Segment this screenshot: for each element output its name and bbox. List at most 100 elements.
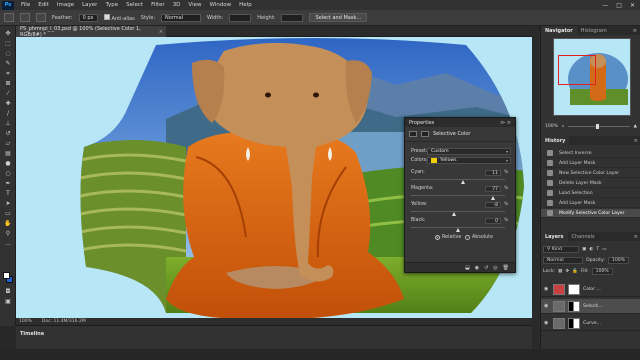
rectangle-tool-icon[interactable]: ▭ bbox=[3, 210, 13, 218]
layer-mask-thumbnail[interactable] bbox=[568, 300, 580, 312]
properties-header[interactable]: Properties ≫ ≡ bbox=[405, 118, 515, 127]
visibility-eye-icon[interactable]: ◉ bbox=[544, 320, 550, 326]
lock-pixels-icon[interactable]: ▦ bbox=[558, 269, 562, 274]
filter-pixel-icon[interactable]: ▣ bbox=[582, 247, 586, 252]
close-tab-icon[interactable]: × bbox=[159, 29, 166, 35]
history-item[interactable]: Add Layer Mask bbox=[541, 199, 640, 208]
visibility-eye-icon[interactable]: ◉ bbox=[544, 303, 550, 309]
lock-all-icon[interactable]: 🔒 bbox=[572, 269, 578, 274]
marquee-tool-icon[interactable]: ⬚ bbox=[3, 40, 13, 48]
type-tool-icon[interactable]: T bbox=[3, 190, 13, 198]
relative-radio[interactable]: Relative bbox=[435, 235, 461, 240]
filter-type-icon[interactable]: T bbox=[596, 247, 599, 252]
eraser-tool-icon[interactable]: ▱ bbox=[3, 140, 13, 148]
layer-row[interactable]: ◉ Curve... bbox=[541, 316, 640, 331]
feather-input[interactable]: 0 px bbox=[78, 13, 98, 22]
slider-value-input[interactable]: 11 bbox=[485, 170, 501, 176]
layer-thumbnail[interactable] bbox=[553, 317, 565, 329]
menu-image[interactable]: Image bbox=[53, 2, 78, 8]
eyedropper-tool-icon[interactable]: ⁄ bbox=[3, 90, 13, 98]
document-info[interactable]: Doc: 11.4M/316.2M bbox=[42, 319, 86, 324]
filter-adjustment-icon[interactable]: ◐ bbox=[589, 247, 593, 252]
history-item[interactable]: Select Inverse bbox=[541, 149, 640, 158]
pen-tool-icon[interactable]: ✒ bbox=[3, 180, 13, 188]
antialias-checkbox[interactable]: Anti-alias bbox=[103, 13, 135, 22]
visibility-eye-icon[interactable]: ◉ bbox=[544, 286, 550, 292]
marquee-tool-preset-icon[interactable] bbox=[20, 13, 30, 22]
menu-filter[interactable]: Filter bbox=[147, 2, 169, 8]
tab-navigator[interactable]: Navigator bbox=[541, 26, 577, 35]
panel-menu-icon[interactable]: ≡ bbox=[634, 234, 640, 240]
frame-tool-icon[interactable]: ⊠ bbox=[3, 80, 13, 88]
hand-tool-icon[interactable]: ✋ bbox=[3, 220, 13, 228]
navigator-preview[interactable] bbox=[553, 38, 631, 116]
slider-track[interactable] bbox=[411, 179, 505, 180]
absolute-radio[interactable]: Absolute bbox=[465, 235, 493, 240]
document-tab[interactable]: PS_phmnpl_l_03.psd @ 100% (Selective Col… bbox=[16, 26, 166, 38]
foreground-color-swatch[interactable] bbox=[3, 272, 10, 279]
layer-mask-thumbnail[interactable] bbox=[568, 317, 580, 329]
menu-help[interactable]: Help bbox=[235, 2, 256, 8]
blend-mode-select[interactable]: Normal bbox=[543, 256, 583, 264]
zoom-out-icon[interactable]: ▵ bbox=[562, 124, 564, 129]
slider-value-input[interactable]: 77 bbox=[485, 186, 501, 192]
history-item[interactable]: Modify Selective Color Layer bbox=[541, 209, 640, 218]
layer-name[interactable]: Color ... bbox=[583, 287, 601, 292]
layer-name[interactable]: Curve... bbox=[583, 321, 601, 326]
menu-type[interactable]: Type bbox=[101, 2, 122, 8]
history-item[interactable]: Delete Layer Mask bbox=[541, 179, 640, 188]
slider-thumb[interactable] bbox=[451, 212, 456, 216]
crop-tool-icon[interactable]: ⌗ bbox=[3, 70, 13, 78]
tab-layers[interactable]: Layers bbox=[541, 232, 568, 241]
width-input[interactable] bbox=[229, 13, 252, 22]
menu-select[interactable]: Select bbox=[122, 2, 147, 8]
slider-track[interactable] bbox=[411, 211, 505, 212]
gradient-tool-icon[interactable]: ▤ bbox=[3, 150, 13, 158]
home-icon[interactable] bbox=[4, 13, 14, 22]
healing-brush-tool-icon[interactable]: ✚ bbox=[3, 100, 13, 108]
lock-position-icon[interactable]: ✥ bbox=[565, 269, 569, 274]
menu-file[interactable]: File bbox=[17, 2, 34, 8]
layer-row[interactable]: ◉ Color ... bbox=[541, 282, 640, 297]
history-item[interactable]: Add Layer Mask bbox=[541, 159, 640, 168]
minimize-button[interactable]: — bbox=[602, 2, 608, 9]
screen-mode-icon[interactable]: ▣ bbox=[3, 298, 13, 306]
tab-channels[interactable]: Channels bbox=[568, 234, 599, 240]
history-item[interactable]: New Selective Color Layer bbox=[541, 169, 640, 178]
opacity-input[interactable]: 100% bbox=[607, 256, 630, 264]
blur-tool-icon[interactable]: ● bbox=[3, 160, 13, 168]
preset-select[interactable]: Custom ▾ bbox=[427, 148, 511, 155]
height-input[interactable] bbox=[281, 13, 304, 22]
zoom-tool-icon[interactable]: ⚲ bbox=[3, 230, 13, 238]
selection-mode-icon[interactable] bbox=[36, 13, 46, 22]
close-button[interactable]: ✕ bbox=[630, 2, 635, 9]
panel-menu-icon[interactable]: ≫ ≡ bbox=[500, 120, 511, 126]
menu-layer[interactable]: Layer bbox=[78, 2, 101, 8]
reset-icon[interactable]: ↺ bbox=[484, 265, 488, 271]
tab-history[interactable]: History bbox=[541, 136, 570, 145]
quick-select-tool-icon[interactable]: ✎ bbox=[3, 60, 13, 68]
maximize-button[interactable]: □ bbox=[616, 2, 622, 9]
slider-thumb[interactable] bbox=[455, 228, 460, 232]
colors-select[interactable]: Yellows ▾ bbox=[427, 157, 511, 164]
slider-thumb[interactable] bbox=[491, 196, 496, 200]
panel-menu-icon[interactable]: ≡ bbox=[633, 28, 640, 34]
fill-input[interactable]: 100% bbox=[591, 267, 613, 275]
navigator-zoom-value[interactable]: 100% bbox=[545, 124, 558, 129]
menu-edit[interactable]: Edit bbox=[34, 2, 53, 8]
menu-view[interactable]: View bbox=[184, 2, 205, 8]
mask-icon[interactable] bbox=[421, 131, 429, 137]
visibility-icon[interactable]: ◎ bbox=[493, 265, 497, 271]
navigator-view-box[interactable] bbox=[558, 55, 596, 85]
slider-value-input[interactable]: 0 bbox=[485, 218, 501, 224]
slider-thumb[interactable] bbox=[461, 180, 466, 184]
more-tools-icon[interactable]: … bbox=[3, 240, 13, 248]
layer-thumbnail[interactable] bbox=[553, 283, 565, 295]
move-tool-icon[interactable]: ✥ bbox=[3, 30, 13, 38]
history-brush-tool-icon[interactable]: ↺ bbox=[3, 130, 13, 138]
timeline-tab[interactable]: Timeline bbox=[20, 331, 44, 337]
zoom-level[interactable]: 100% bbox=[19, 319, 32, 324]
clip-to-layer-icon[interactable]: ⬓ bbox=[465, 265, 470, 271]
delete-icon[interactable]: 🗑 bbox=[503, 265, 509, 271]
quick-mask-icon[interactable]: ◘ bbox=[3, 288, 13, 296]
